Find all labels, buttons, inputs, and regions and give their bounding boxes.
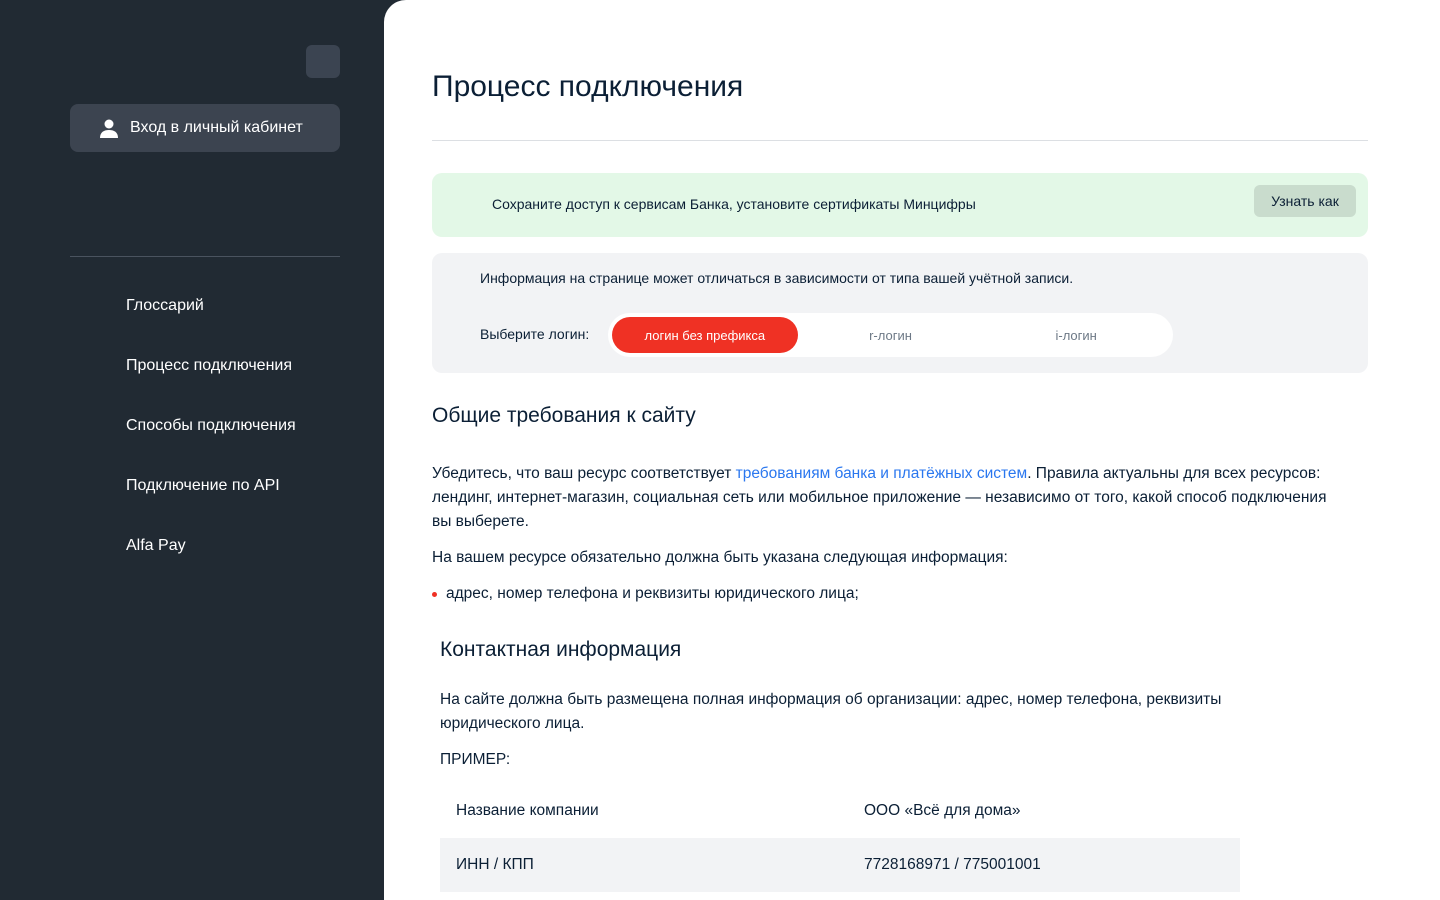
account-info-box: Информация на странице может отличаться …: [432, 253, 1368, 373]
sidebar-item-glossary[interactable]: Глоссарий: [126, 286, 296, 346]
login-type-selector: логин без префикса r-логин i-логин: [608, 313, 1173, 357]
table-cell-label: Название компании: [456, 802, 599, 819]
main-content: Процесс подключения Сохраните доступ к с…: [384, 0, 1440, 900]
login-select-label: Выберите логин:: [480, 326, 590, 342]
required-info-paragraph: На вашем ресурсе обязательно должна быть…: [432, 549, 1008, 566]
contacts-paragraph: На сайте должна быть размещена полная ин…: [440, 691, 1222, 732]
notice-text: Сохраните доступ к сервисам Банка, устан…: [492, 196, 976, 212]
certificate-notice: Сохраните доступ к сервисам Банка, устан…: [432, 173, 1368, 237]
table-cell-value: 7728168971 / 775001001: [848, 838, 1240, 892]
table-row: ИНН / КПП 7728168971 / 775001001: [440, 838, 1240, 892]
example-table: Название компании ООО «Всё для дома» ИНН…: [440, 784, 1240, 892]
login-option-i[interactable]: i-логин: [983, 317, 1169, 353]
page-title: Процесс подключения: [432, 70, 744, 103]
list-item-text: адрес, номер телефона и реквизиты юридич…: [446, 585, 859, 602]
sidebar-item-connection-process[interactable]: Процесс подключения: [126, 346, 296, 406]
sidebar-divider: [70, 256, 340, 257]
table-cell-label: ИНН / КПП: [440, 838, 848, 892]
login-cabinet-button[interactable]: Вход в личный кабинет: [70, 104, 340, 152]
requirements-text-start: Убедитесь, что ваш ресурс соответствует: [432, 465, 736, 482]
sidebar-item-alfa-pay[interactable]: Alfa Pay: [126, 526, 296, 586]
sidebar-toggle-button[interactable]: [306, 45, 340, 78]
table-row: Название компании ООО «Всё для дома»: [440, 784, 1240, 838]
sidebar-item-connection-methods[interactable]: Способы подключения: [126, 406, 296, 466]
sidebar: Вход в личный кабинет Глоссарий Процесс …: [0, 0, 384, 900]
login-cabinet-label: Вход в личный кабинет: [130, 119, 303, 136]
login-option-no-prefix[interactable]: логин без префикса: [612, 317, 798, 353]
section-heading-requirements: Общие требования к сайту: [432, 404, 696, 427]
sidebar-nav: Глоссарий Процесс подключения Способы по…: [126, 286, 296, 586]
requirements-link[interactable]: требованиям банка и платёжных систем: [736, 465, 1028, 482]
table-cell-value: ООО «Всё для дома»: [864, 802, 1021, 819]
requirements-paragraph: Убедитесь, что ваш ресурс соответствует …: [432, 462, 1332, 534]
sidebar-item-api[interactable]: Подключение по API: [126, 466, 296, 526]
learn-how-button[interactable]: Узнать как: [1254, 185, 1356, 217]
list-item: адрес, номер телефона и реквизиты юридич…: [432, 582, 859, 606]
title-divider: [432, 140, 1368, 141]
example-label: ПРИМЕР:: [440, 751, 511, 768]
bullet-dot-icon: [432, 591, 437, 597]
account-info-text: Информация на странице может отличаться …: [480, 270, 1074, 286]
user-icon: [98, 117, 120, 139]
login-option-r[interactable]: r-логин: [798, 317, 984, 353]
section-heading-contacts: Контактная информация: [440, 638, 682, 661]
